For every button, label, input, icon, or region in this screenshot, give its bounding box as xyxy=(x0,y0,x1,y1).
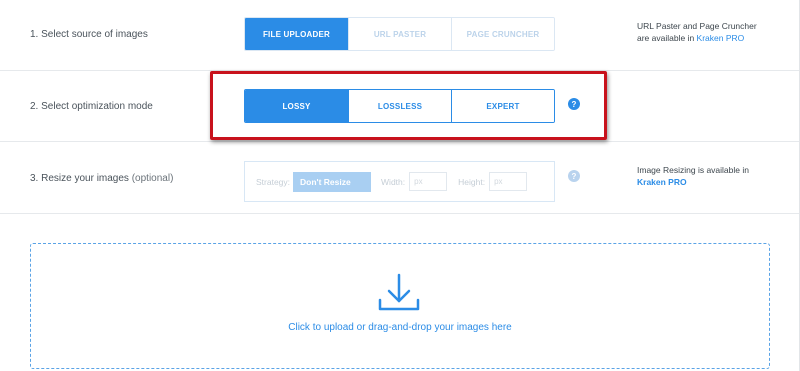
resize-help-icon[interactable]: ? xyxy=(568,170,580,182)
step-3-optional: (optional) xyxy=(131,173,174,184)
source-pro-note: URL Paster and Page Cruncher are availab… xyxy=(637,20,757,44)
file-uploader-button[interactable]: FILE UPLOADER xyxy=(245,18,348,50)
highlight-frame xyxy=(210,71,607,140)
source-note-line1: URL Paster and Page Cruncher xyxy=(637,21,757,31)
source-selector: FILE UPLOADER URL PASTER PAGE CRUNCHER xyxy=(244,17,555,51)
source-note-prefix: are available in xyxy=(637,33,697,43)
height-label: Height: xyxy=(458,176,486,187)
width-input[interactable]: px xyxy=(409,172,448,191)
resize-kraken-pro-link[interactable]: Kraken PRO xyxy=(637,176,749,188)
strategy-select[interactable]: Don't Resize xyxy=(293,171,372,192)
row-divider xyxy=(0,141,800,142)
row-divider xyxy=(0,213,800,214)
strategy-label: Strategy: xyxy=(256,176,291,187)
page-cruncher-button[interactable]: PAGE CRUNCHER xyxy=(451,18,554,50)
kraken-pro-link[interactable]: Kraken PRO xyxy=(697,33,745,43)
resize-controls: Strategy: Don't Resize Width: px Height:… xyxy=(244,161,555,202)
step-1-label: 1. Select source of images xyxy=(30,29,148,40)
height-input[interactable]: px xyxy=(489,172,528,191)
download-arrow-icon[interactable] xyxy=(376,271,422,313)
resize-note-line1: Image Resizing is available in xyxy=(637,165,749,175)
step-3-label: 3. Resize your images (optional) xyxy=(30,173,173,184)
resize-pro-note: Image Resizing is available in Kraken PR… xyxy=(637,164,749,188)
url-paster-button[interactable]: URL PASTER xyxy=(348,18,451,50)
width-label: Width: xyxy=(381,176,406,187)
step-2-label: 2. Select optimization mode xyxy=(30,101,153,112)
source-note-line2: are available in Kraken PRO xyxy=(637,32,757,44)
upload-instructions[interactable]: Click to upload or drag-and-drop your im… xyxy=(30,322,770,333)
step-3-label-text: 3. Resize your images xyxy=(30,173,129,184)
